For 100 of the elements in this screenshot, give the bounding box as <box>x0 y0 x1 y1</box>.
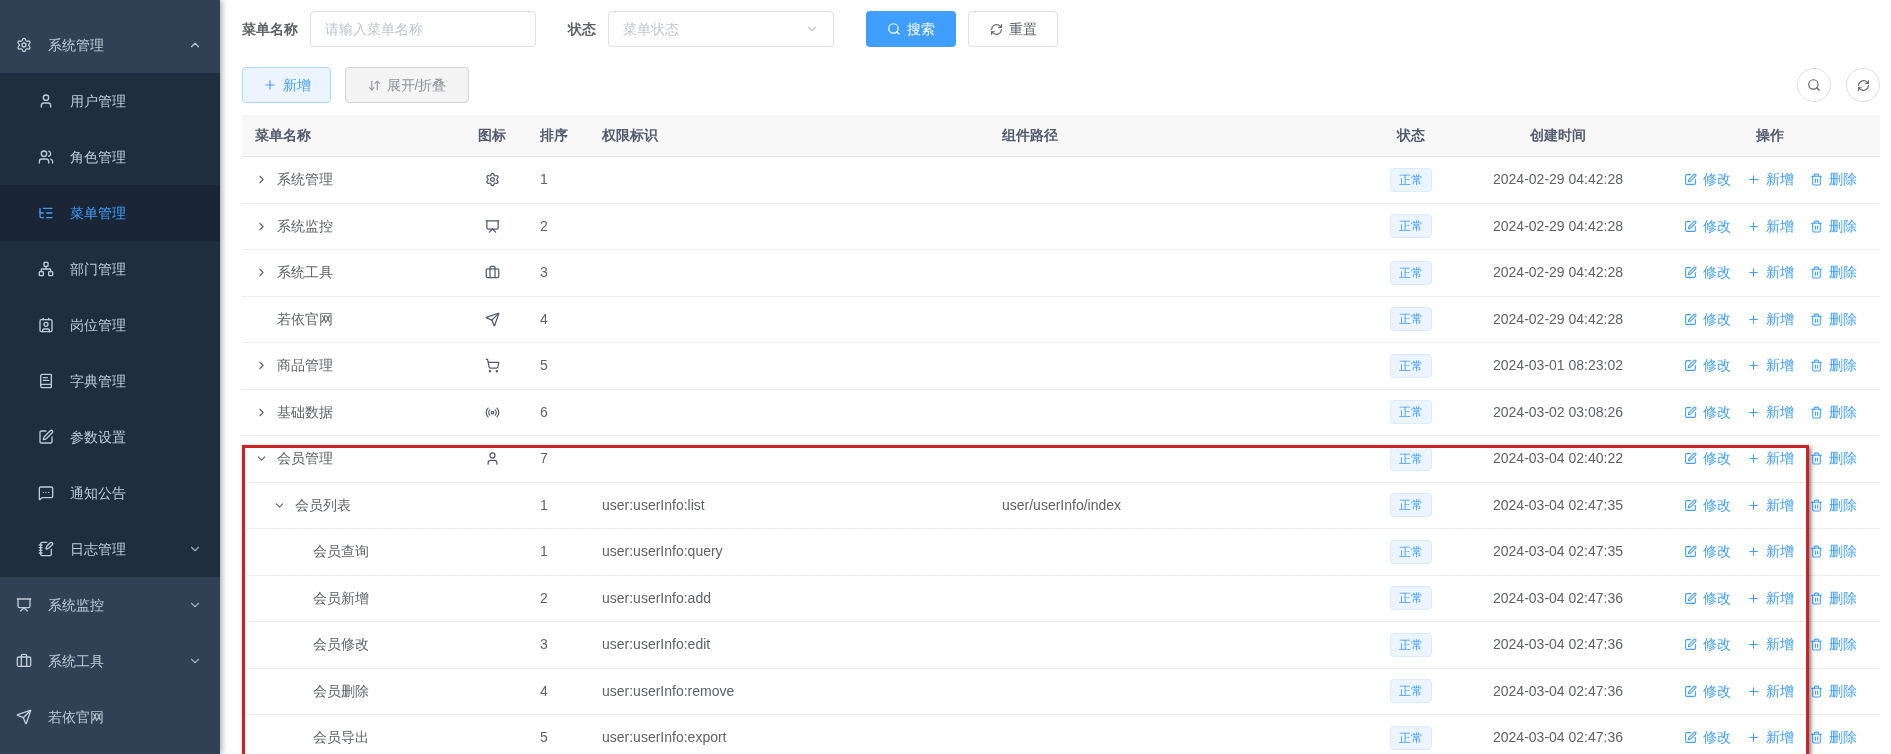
table-cell-text: 2024-02-29 04:42:28 <box>1493 263 1623 283</box>
action-link[interactable]: 删除 <box>1828 680 1857 702</box>
sidebar-item[interactable]: 用户管理 <box>0 73 220 129</box>
action-link[interactable]: 新增 <box>1765 680 1794 702</box>
table-cell-text: 1 <box>540 495 548 515</box>
trash-icon <box>1809 591 1823 605</box>
action-link[interactable]: 修改 <box>1702 355 1731 377</box>
action-link[interactable]: 修改 <box>1702 308 1731 330</box>
sort-icon <box>367 78 381 92</box>
trash-icon <box>1809 684 1823 698</box>
action-link[interactable]: 修改 <box>1702 169 1731 191</box>
table-cell-text: 3 <box>540 635 548 655</box>
action-link[interactable]: 删除 <box>1828 262 1857 284</box>
table-cell-text: 5 <box>540 728 548 748</box>
expand-collapse-button[interactable]: 展开/折叠 <box>345 67 469 103</box>
edit-icon <box>1683 638 1697 652</box>
table-cell-text: 2024-03-04 02:47:35 <box>1493 542 1623 562</box>
trash-icon <box>1809 545 1823 559</box>
table-cell-text: 若依官网 <box>277 309 333 329</box>
book-icon <box>38 373 54 389</box>
table-cell-text: 会员查询 <box>313 542 369 562</box>
plus-icon <box>1746 591 1760 605</box>
status-tag: 正常 <box>1390 400 1432 425</box>
action-link[interactable]: 修改 <box>1702 262 1731 284</box>
column-header: 排序 <box>540 126 568 145</box>
action-link[interactable]: 删除 <box>1828 634 1857 656</box>
action-link[interactable]: 删除 <box>1828 494 1857 516</box>
column-header: 图标 <box>478 126 506 145</box>
action-link[interactable]: 新增 <box>1765 587 1794 609</box>
action-link[interactable]: 修改 <box>1702 634 1731 656</box>
action-link[interactable]: 修改 <box>1702 680 1731 702</box>
edit-icon <box>1683 405 1697 419</box>
sidebar-item[interactable]: 角色管理 <box>0 129 220 185</box>
action-link[interactable]: 删除 <box>1828 215 1857 237</box>
sidebar-item[interactable]: 菜单管理 <box>0 185 220 241</box>
plus-icon <box>1746 359 1760 373</box>
column-header: 组件路径 <box>1002 126 1058 145</box>
trash-icon <box>1809 173 1823 187</box>
action-link[interactable]: 新增 <box>1765 634 1794 656</box>
plus-icon <box>1746 312 1760 326</box>
action-link[interactable]: 删除 <box>1828 355 1857 377</box>
action-link[interactable]: 新增 <box>1765 355 1794 377</box>
action-link[interactable]: 删除 <box>1828 727 1857 749</box>
select-field[interactable]: 菜单状态 <box>608 11 834 47</box>
table-cell-text: 商品管理 <box>277 356 333 376</box>
table-cell-text: 会员列表 <box>295 495 351 515</box>
edit-icon <box>1683 219 1697 233</box>
table-cell-text: user:userInfo:edit <box>602 635 711 655</box>
edit-icon <box>1683 173 1697 187</box>
reset-button[interactable]: 重置 <box>968 11 1058 47</box>
action-link[interactable]: 删除 <box>1828 308 1857 330</box>
action-link[interactable]: 修改 <box>1702 727 1731 749</box>
action-link[interactable]: 新增 <box>1765 169 1794 191</box>
action-link[interactable]: 新增 <box>1765 727 1794 749</box>
edit-icon <box>1683 359 1697 373</box>
action-link[interactable]: 删除 <box>1828 169 1857 191</box>
action-link[interactable]: 修改 <box>1702 401 1731 423</box>
sidebar-item[interactable]: 岗位管理 <box>0 297 220 353</box>
table-cell-text: 4 <box>540 681 548 701</box>
action-link[interactable]: 新增 <box>1765 448 1794 470</box>
action-link[interactable]: 新增 <box>1765 541 1794 563</box>
sidebar-item[interactable]: 系统管理 <box>0 17 220 73</box>
search-icon <box>1807 78 1821 92</box>
sidebar-item[interactable]: 部门管理 <box>0 241 220 297</box>
sidebar-item[interactable]: 系统监控 <box>0 577 220 633</box>
sidebar-item[interactable]: 通知公告 <box>0 465 220 521</box>
action-link[interactable]: 删除 <box>1828 541 1857 563</box>
action-link[interactable]: 新增 <box>1765 308 1794 330</box>
status-tag: 正常 <box>1390 307 1432 332</box>
edit-icon <box>1683 266 1697 280</box>
table-cell-text: user:userInfo:add <box>602 588 711 608</box>
plus-icon <box>262 78 277 92</box>
cart-icon <box>484 358 500 374</box>
action-link[interactable]: 修改 <box>1702 215 1731 237</box>
plus-icon <box>1746 452 1760 466</box>
sidebar-item[interactable]: 参数设置 <box>0 409 220 465</box>
table-cell-text: 2024-02-29 04:42:28 <box>1493 216 1623 236</box>
table-cell-text: 基础数据 <box>277 402 333 422</box>
action-link[interactable]: 修改 <box>1702 448 1731 470</box>
action-link[interactable]: 修改 <box>1702 541 1731 563</box>
sidebar-item[interactable]: 日志管理 <box>0 521 220 577</box>
action-link[interactable]: 新增 <box>1765 262 1794 284</box>
action-link[interactable]: 修改 <box>1702 587 1731 609</box>
action-link[interactable]: 新增 <box>1765 401 1794 423</box>
action-link[interactable]: 修改 <box>1702 494 1731 516</box>
toolbox-icon <box>484 265 500 281</box>
action-link[interactable]: 删除 <box>1828 587 1857 609</box>
plus-icon <box>1746 173 1760 187</box>
sidebar-item[interactable]: 系统工具 <box>0 633 220 689</box>
action-link[interactable]: 新增 <box>1765 215 1794 237</box>
search-button[interactable]: 搜索 <box>866 11 956 47</box>
sidebar-item[interactable]: 字典管理 <box>0 353 220 409</box>
sidebar-item[interactable]: 若依官网 <box>0 689 220 745</box>
action-link[interactable]: 删除 <box>1828 448 1857 470</box>
status-tag: 正常 <box>1390 493 1432 518</box>
refresh-icon <box>1856 78 1870 92</box>
input-field[interactable]: 请输入菜单名称 <box>310 11 536 47</box>
action-link[interactable]: 删除 <box>1828 401 1857 423</box>
action-link[interactable]: 新增 <box>1765 494 1794 516</box>
add-button[interactable]: 新增 <box>242 67 331 103</box>
